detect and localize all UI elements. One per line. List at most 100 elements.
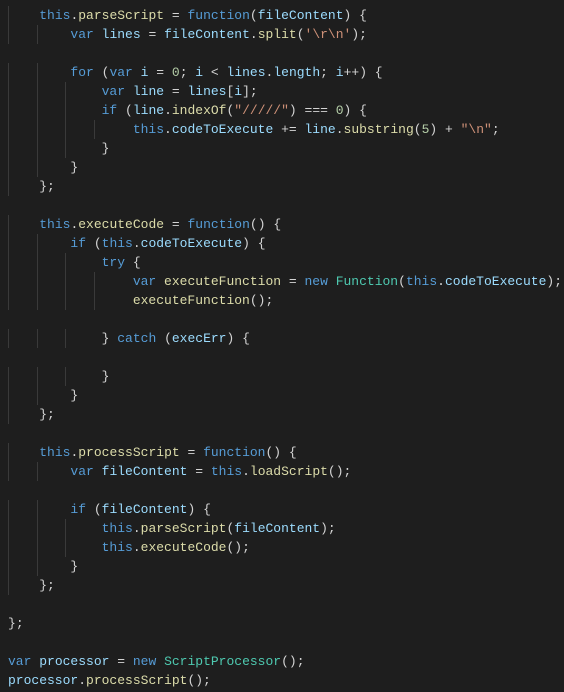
code-line[interactable]: var processor = new ScriptProcessor();: [8, 652, 564, 671]
code-token: fileContent: [234, 521, 320, 536]
code-line[interactable]: }: [8, 139, 564, 158]
code-token: fileContent: [102, 464, 188, 479]
code-token: .: [336, 122, 344, 137]
indent-whitespace: [8, 103, 102, 118]
code-line[interactable]: }: [8, 367, 564, 386]
code-token: }: [39, 407, 47, 422]
code-token: execErr: [172, 331, 227, 346]
code-line[interactable]: };: [8, 405, 564, 424]
code-line[interactable]: this.parseScript(fileContent);: [8, 519, 564, 538]
code-token: processor: [39, 654, 109, 669]
indent-guide: [37, 25, 38, 44]
indent-whitespace: [8, 293, 133, 308]
code-line[interactable]: };: [8, 177, 564, 196]
code-line[interactable]: }: [8, 386, 564, 405]
code-line[interactable]: var fileContent = this.loadScript();: [8, 462, 564, 481]
code-line[interactable]: this.executeCode();: [8, 538, 564, 557]
code-token: executeFunction: [164, 274, 281, 289]
code-token: new: [133, 654, 156, 669]
code-editor[interactable]: this.parseScript = function(fileContent)…: [0, 0, 564, 692]
indent-guide: [8, 519, 9, 538]
code-token: codeToExecute: [172, 122, 273, 137]
code-line[interactable]: [8, 481, 564, 500]
code-line[interactable]: this.processScript = function() {: [8, 443, 564, 462]
code-line[interactable]: [8, 348, 564, 367]
code-token: i: [336, 65, 344, 80]
code-token: .: [133, 521, 141, 536]
code-line[interactable]: var lines = fileContent.split('\r\n');: [8, 25, 564, 44]
code-line[interactable]: [8, 44, 564, 63]
indent-guide: [8, 576, 9, 595]
code-token: [94, 27, 102, 42]
code-line[interactable]: this.parseScript = function(fileContent)…: [8, 6, 564, 25]
code-token: =: [187, 464, 210, 479]
code-token: this: [102, 236, 133, 251]
indent-guide: [8, 329, 9, 348]
code-line[interactable]: [8, 196, 564, 215]
indent-whitespace: [8, 122, 133, 137]
code-token: (: [156, 331, 172, 346]
code-line[interactable]: [8, 633, 564, 652]
code-line[interactable]: };: [8, 576, 564, 595]
code-line[interactable]: } catch (execErr) {: [8, 329, 564, 348]
code-token: Function: [336, 274, 398, 289]
code-token: ): [429, 122, 445, 137]
code-line[interactable]: for (var i = 0; i < lines.length; i++) {: [8, 63, 564, 82]
code-line[interactable]: var line = lines[i];: [8, 82, 564, 101]
code-line[interactable]: processor.processScript();: [8, 671, 564, 690]
indent-guide: [37, 234, 38, 253]
code-line[interactable]: };: [8, 614, 564, 633]
indent-whitespace: [8, 8, 39, 23]
code-token: ): [344, 103, 360, 118]
code-token: =: [180, 445, 203, 460]
indent-guide: [65, 291, 66, 310]
code-token: ===: [305, 103, 328, 118]
code-token: executeFunction: [133, 293, 250, 308]
code-token: =: [164, 8, 187, 23]
code-token: (: [250, 8, 258, 23]
code-line[interactable]: [8, 424, 564, 443]
code-line[interactable]: try {: [8, 253, 564, 272]
indent-guide: [37, 82, 38, 101]
indent-guide: [8, 272, 9, 291]
code-token: }: [39, 578, 47, 593]
code-token: substring: [344, 122, 414, 137]
indent-whitespace: [8, 559, 70, 574]
indent-guide: [8, 158, 9, 177]
indent-guide: [37, 386, 38, 405]
code-line[interactable]: executeFunction();: [8, 291, 564, 310]
code-token: ;: [47, 179, 55, 194]
code-line[interactable]: }: [8, 158, 564, 177]
indent-guide: [8, 291, 9, 310]
indent-whitespace: [8, 521, 102, 536]
code-token: i: [195, 65, 203, 80]
code-token: [156, 274, 164, 289]
code-token: ;: [180, 65, 196, 80]
code-token: lines: [227, 65, 266, 80]
code-token: "/////": [234, 103, 289, 118]
code-token: ++: [344, 65, 360, 80]
code-token: function: [187, 8, 249, 23]
code-token: (: [297, 27, 305, 42]
indent-guide: [8, 82, 9, 101]
code-line[interactable]: [8, 595, 564, 614]
code-line[interactable]: if (this.codeToExecute) {: [8, 234, 564, 253]
code-line[interactable]: [8, 310, 564, 329]
code-token: ;: [47, 407, 55, 422]
code-line[interactable]: if (fileContent) {: [8, 500, 564, 519]
code-line[interactable]: var executeFunction = new Function(this.…: [8, 272, 564, 291]
code-token: =: [148, 65, 171, 80]
code-token: this: [406, 274, 437, 289]
code-line[interactable]: }: [8, 557, 564, 576]
indent-guide: [8, 500, 9, 519]
indent-guide: [37, 329, 38, 348]
code-token: ;: [47, 578, 55, 593]
indent-guide: [65, 538, 66, 557]
code-line[interactable]: this.executeCode = function() {: [8, 215, 564, 234]
code-token: .: [133, 236, 141, 251]
code-token: {: [359, 103, 367, 118]
code-line[interactable]: if (line.indexOf("/////") === 0) {: [8, 101, 564, 120]
indent-guide: [37, 120, 38, 139]
code-line[interactable]: this.codeToExecute += line.substring(5) …: [8, 120, 564, 139]
code-token: }: [70, 160, 78, 175]
